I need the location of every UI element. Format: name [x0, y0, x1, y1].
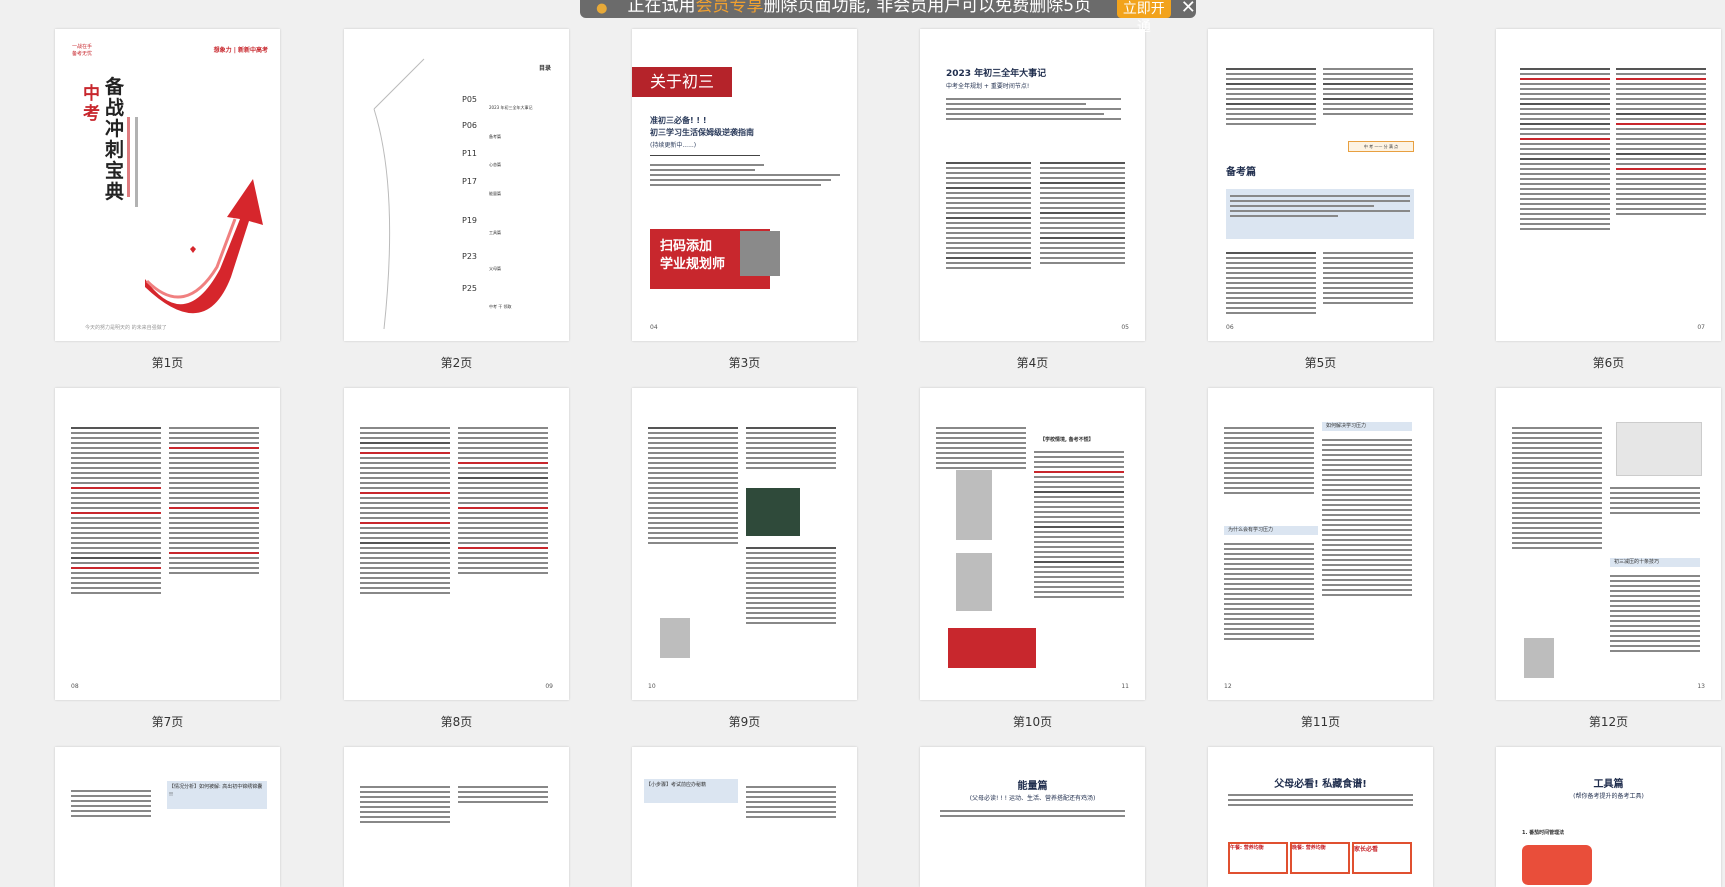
title-red: 中考	[83, 84, 100, 124]
page-thumb-7[interactable]: 08	[55, 388, 280, 700]
promo-banner[interactable]	[948, 628, 1036, 668]
close-icon[interactable]: ✕	[1181, 0, 1196, 18]
tomato-image	[1522, 845, 1592, 885]
page-thumb-16[interactable]: 能量篇 (父母必读! ! ! 运动、生活、营养搭配还有鸡汤)	[920, 747, 1145, 887]
blurred-image	[660, 618, 690, 658]
page-thumb-14[interactable]	[344, 747, 569, 887]
page-label: 第3页	[728, 356, 761, 370]
page-label: 第7页	[151, 715, 184, 729]
coin-icon: ●	[596, 1, 608, 16]
trial-banner: ● 正在试用会员专享删除页面功能, 非会员用户可以免费删除5页 立即开通 ✕	[580, 0, 1196, 35]
page-label: 第8页	[440, 715, 473, 729]
page-label: 第6页	[1592, 356, 1625, 370]
page-thumb-2[interactable]: 目录 P05 2023 年初三全年大事记 P06 备考篇 P11 心态篇 P17…	[344, 29, 569, 341]
open-membership-button[interactable]: 立即开通	[1117, 0, 1171, 35]
page-label: 第9页	[728, 715, 761, 729]
title-black: 备战冲刺宝典	[105, 76, 125, 203]
page-thumb-6[interactable]: 07	[1496, 29, 1721, 341]
page-label: 第10页	[1012, 715, 1053, 729]
red-arrow-graphic	[145, 179, 263, 314]
page-label: 第11页	[1300, 715, 1341, 729]
page-thumb-12[interactable]: 初三减压的十条技巧 13	[1496, 388, 1721, 700]
page-thumb-8[interactable]: 09	[344, 388, 569, 700]
page-thumb-11[interactable]: 为什么会有学习压力 如何解决学习压力 12	[1208, 388, 1433, 700]
page-thumb-1[interactable]: 一战在手 备考无忧 想象力 | 新新中高考 中考 备战冲刺宝典 今天的努力是明天…	[55, 29, 280, 341]
page-thumb-9[interactable]: 10	[632, 388, 857, 700]
page-label: 第4页	[1016, 356, 1049, 370]
banner-text: 正在试用会员专享删除页面功能, 非会员用户可以免费删除5页	[627, 0, 1092, 16]
page-label: 第2页	[440, 356, 473, 370]
page-label: 第12页	[1588, 715, 1629, 729]
page-label: 第1页	[151, 356, 184, 370]
page-thumb-5[interactable]: 中 考 —— 分 满 点 备考篇 06	[1208, 29, 1433, 341]
toc-curve	[373, 58, 425, 330]
page-label: 第5页	[1304, 356, 1337, 370]
qr-code-image	[740, 231, 780, 276]
chalkboard-image	[746, 488, 800, 536]
page-thumb-17[interactable]: 父母必看! 私藏食谱! 午餐: 营养均衡 晚餐: 营养均衡 家长必看	[1208, 747, 1433, 887]
page-thumb-18[interactable]: 工具篇 (帮你备考提升的备考工具) 1. 番茄时间管理法	[1496, 747, 1721, 887]
page-thumb-13[interactable]: 【情况分析】如何被解: 高出初中锦绣锦囊 !!	[55, 747, 280, 887]
screenshot-image	[1616, 422, 1702, 476]
page-thumb-4[interactable]: 2023 年初三全年大事记 中考全年规划 + 重要时间节点! 05	[920, 29, 1145, 341]
page-thumb-10[interactable]: 【学校情境, 备考不慌】 11	[920, 388, 1145, 700]
page-thumb-3[interactable]: 关于初三 准初三必备! ! ! 初三学习生活保姆级逆袭指南 (持续更新中....…	[632, 29, 857, 341]
page-thumb-15[interactable]: 【小步骤】考试前应办秘籍	[632, 747, 857, 887]
